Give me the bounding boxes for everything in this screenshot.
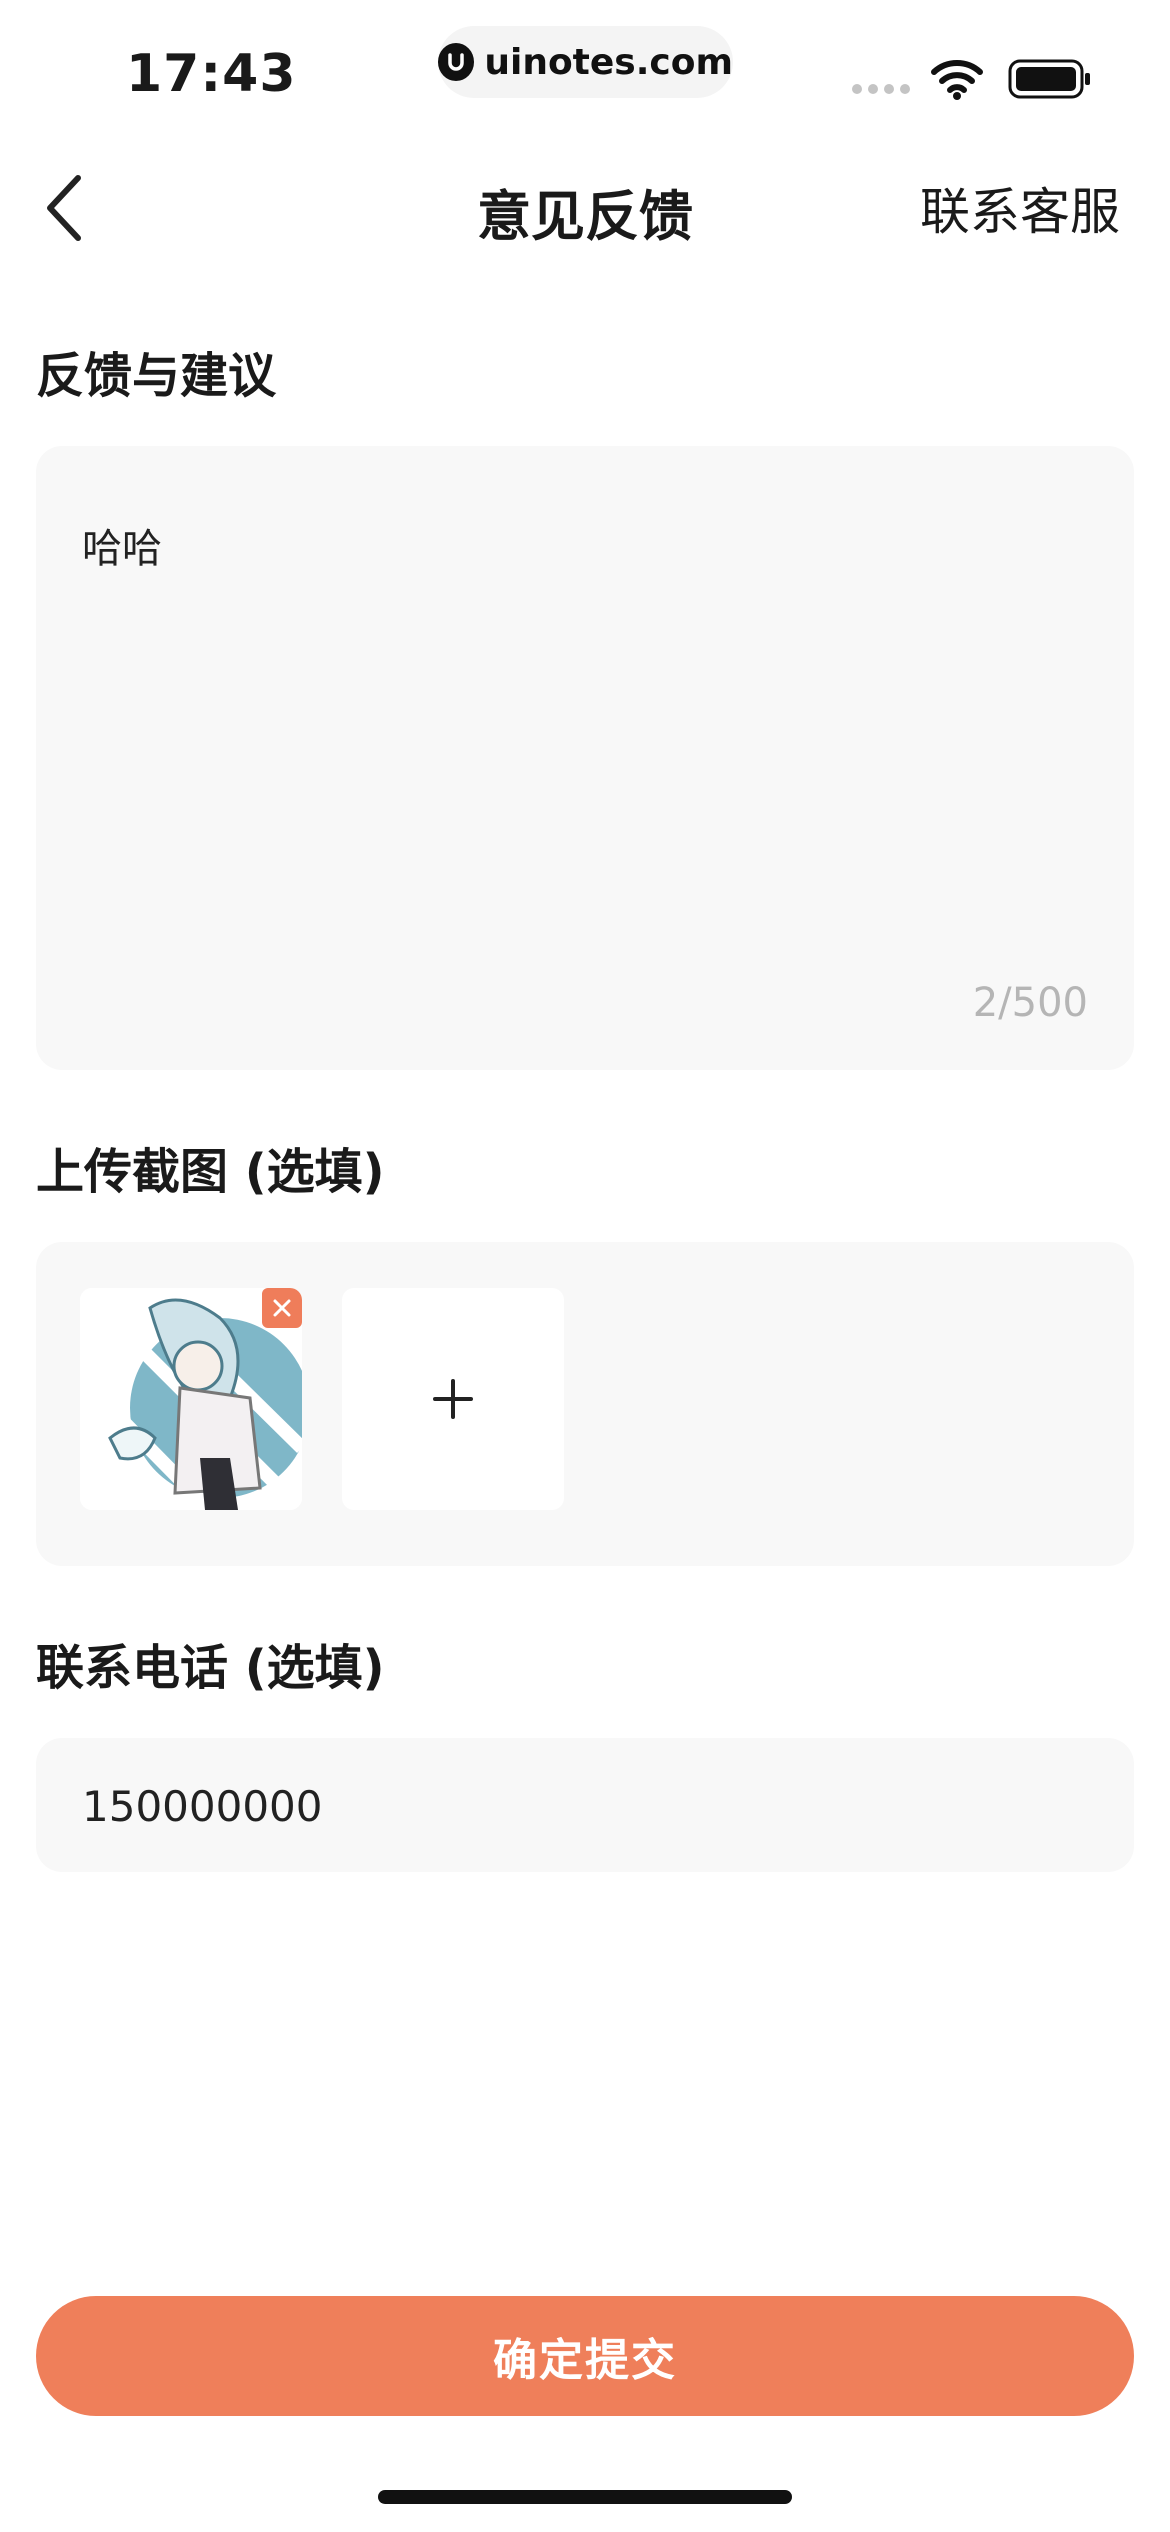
status-time: 17:43 (126, 44, 297, 104)
upload-panel (36, 1242, 1134, 1566)
add-image-button[interactable] (342, 1288, 564, 1510)
battery-icon (1008, 58, 1092, 104)
cellular-signal-icon (852, 84, 910, 94)
feedback-text: 哈哈 (82, 526, 162, 572)
uploaded-screenshot-thumbnail[interactable] (80, 1288, 302, 1510)
url-text: uinotes.com (484, 41, 733, 83)
phone-value: 150000000 (82, 1782, 323, 1831)
contact-support-link[interactable]: 联系客服 (920, 172, 1120, 244)
feedback-label: 反馈与建议 (36, 348, 277, 404)
feedback-textarea[interactable]: 哈哈 2/500 (36, 446, 1134, 1070)
site-logo-icon (438, 43, 475, 81)
close-icon (273, 1299, 291, 1317)
remove-image-button[interactable] (262, 1288, 302, 1328)
phone-input[interactable]: 150000000 (36, 1738, 1134, 1872)
plus-icon (433, 1379, 473, 1419)
url-pill[interactable]: uinotes.com (438, 26, 733, 98)
char-counter: 2/500 (972, 980, 1088, 1026)
home-indicator[interactable] (378, 2490, 792, 2504)
upload-label: 上传截图 (选填) (36, 1144, 385, 1200)
phone-label: 联系电话 (选填) (36, 1640, 385, 1696)
submit-button[interactable]: 确定提交 (36, 2296, 1134, 2416)
wifi-icon (930, 58, 984, 104)
